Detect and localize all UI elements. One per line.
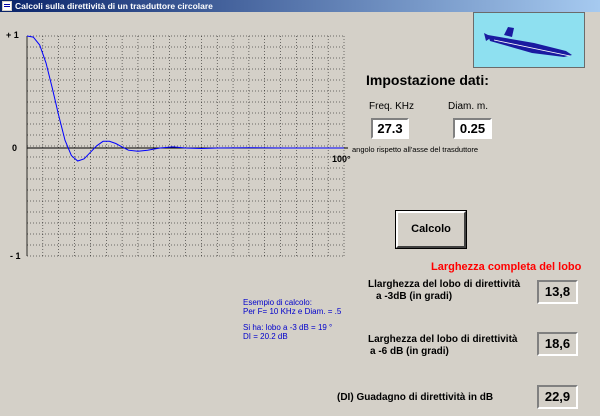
diam-input[interactable]: 0.25 [453, 118, 492, 139]
result-6db-value: 18,6 [537, 332, 578, 356]
result-6db-label-line1: Larghezza del lobo di direttività [368, 334, 518, 345]
result-3db-label-line1: Llarghezza del lobo di direttività [368, 279, 521, 290]
y-tick-zero: 0 [12, 143, 18, 153]
x-tick-end: 100° [332, 154, 351, 164]
diam-label: Diam. m. [448, 101, 488, 112]
freq-label: Freq. KHz [369, 101, 415, 112]
result-di-value: 22,9 [537, 385, 578, 409]
example-line3: Si ha: lobo a -3 dB = 19 ° [243, 323, 333, 332]
freq-input[interactable]: 27.3 [371, 118, 409, 139]
result-3db-label: Llarghezza del lobo di direttività a -3d… [368, 279, 520, 303]
example-line2: Per F= 10 KHz e Diam. = .5 [243, 307, 342, 316]
result-3db-label-line2: a -3dB (in gradi) [376, 291, 453, 302]
y-tick-bottom: - 1 [10, 251, 21, 261]
example-note: Esempio di calcolo: Per F= 10 KHz e Diam… [243, 298, 341, 341]
input-heading: Impostazione dati: [366, 72, 489, 88]
result-3db-value: 13,8 [537, 280, 578, 304]
submarine-icon [484, 27, 572, 57]
result-6db-label-line2: a -6 dB (in gradi) [370, 346, 449, 357]
result-6db-label: Larghezza del lobo di direttività a -6 d… [368, 334, 517, 358]
result-di-label: (DI) Guadagno di direttività in dB [337, 392, 494, 403]
submarine-logo [473, 12, 585, 68]
example-line4: DI = 20.2 dB [243, 332, 288, 341]
example-line1: Esempio di calcolo: [243, 298, 312, 307]
y-tick-top: + 1 [6, 30, 19, 40]
x-axis-label: angolo rispetto all'asse del trasduttore [352, 145, 479, 154]
calcolo-button[interactable]: Calcolo [395, 210, 467, 249]
results-heading: Larghezza completa del lobo [431, 261, 582, 273]
